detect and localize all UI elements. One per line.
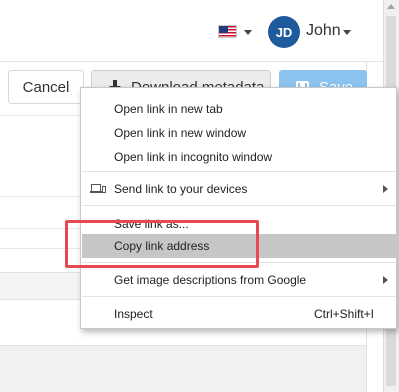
context-menu: Open link in new tab Open link in new wi…	[80, 87, 397, 329]
user-dropdown-caret-icon[interactable]	[343, 30, 351, 35]
menu-item-open-new-tab[interactable]: Open link in new tab	[82, 97, 396, 121]
user-avatar[interactable]: JD	[268, 16, 300, 48]
menu-item-inspect[interactable]: Inspect Ctrl+Shift+I	[82, 302, 396, 326]
cancel-button[interactable]: Cancel	[8, 70, 84, 104]
submenu-arrow-icon	[383, 185, 388, 193]
submenu-arrow-icon	[383, 276, 388, 284]
menu-separator	[82, 205, 396, 206]
menu-item-send-to-devices[interactable]: Send link to your devices	[82, 177, 396, 201]
menu-separator	[82, 171, 396, 172]
scroll-up-arrow-icon[interactable]	[387, 4, 395, 9]
user-name[interactable]: John	[306, 22, 341, 40]
us-flag-icon[interactable]	[218, 25, 237, 38]
language-dropdown-caret-icon[interactable]	[244, 30, 252, 35]
top-header: JD John	[0, 0, 383, 62]
devices-icon	[90, 184, 106, 194]
highlight-annotation-box	[65, 220, 259, 268]
menu-item-image-descriptions[interactable]: Get image descriptions from Google	[82, 268, 396, 292]
menu-item-open-new-window[interactable]: Open link in new window	[82, 121, 396, 145]
inspect-shortcut: Ctrl+Shift+I	[313, 307, 374, 321]
content-footer-band	[0, 345, 366, 392]
menu-item-open-incognito[interactable]: Open link in incognito window	[82, 145, 396, 169]
menu-separator	[82, 296, 396, 297]
